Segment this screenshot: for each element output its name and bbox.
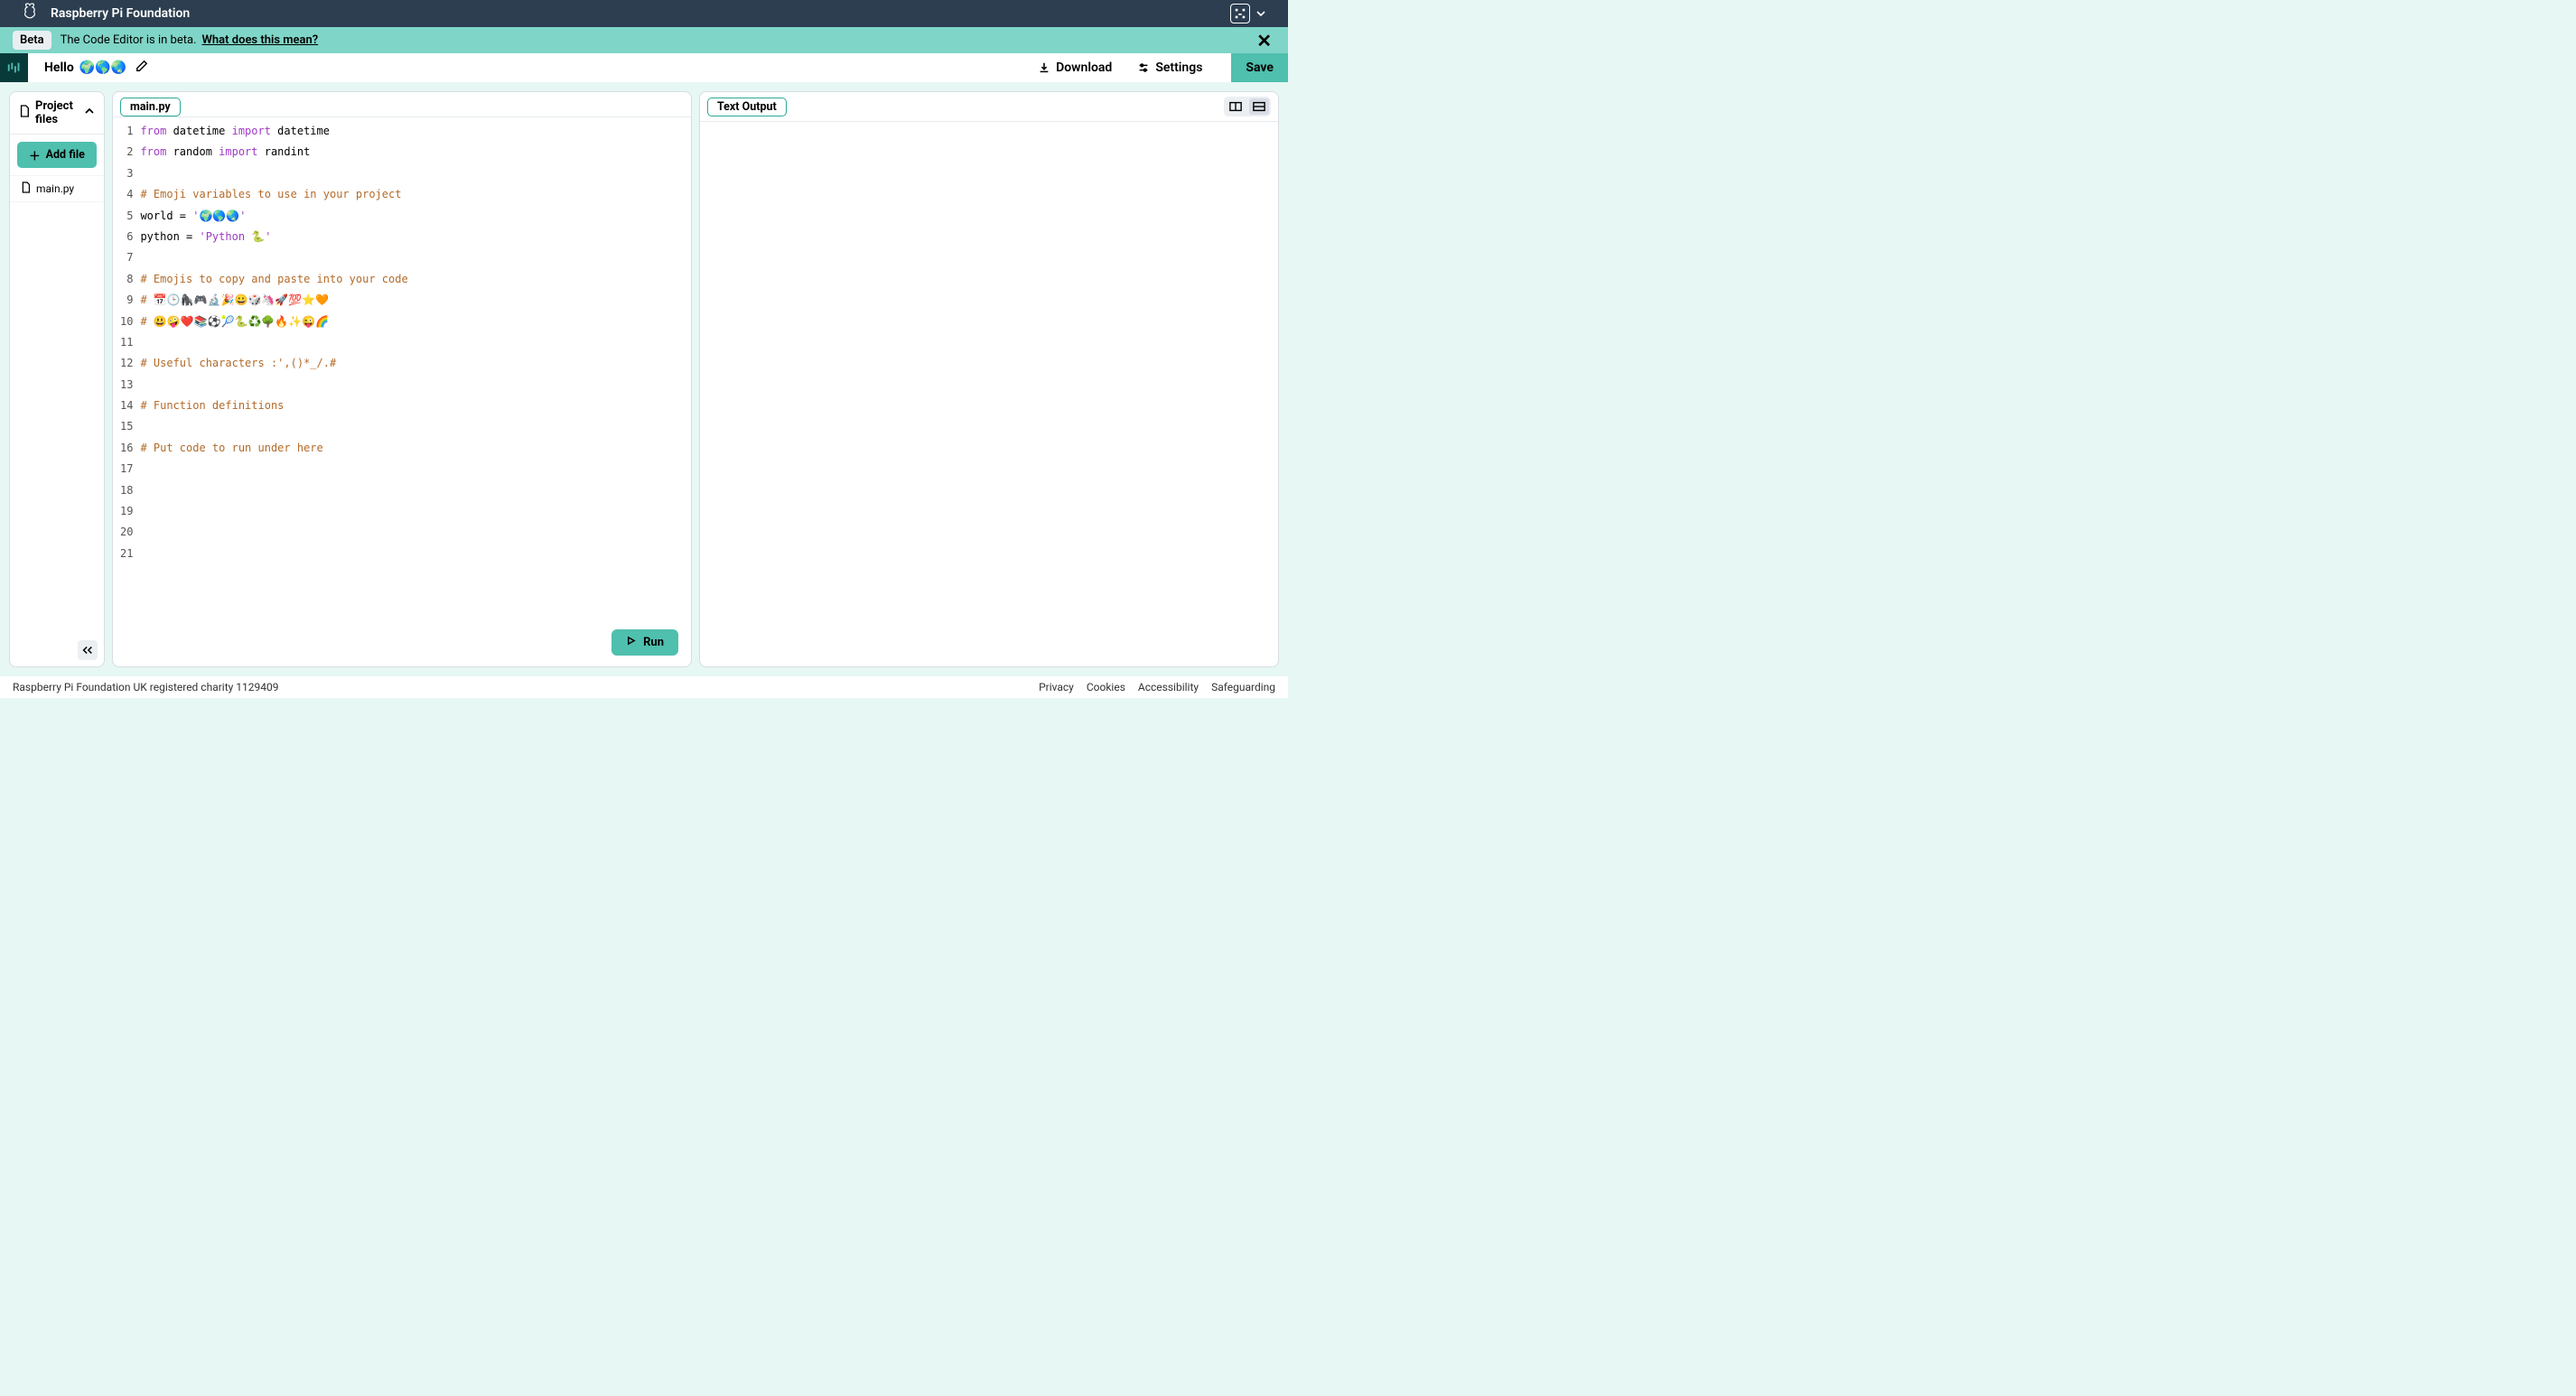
edit-title-icon[interactable] bbox=[135, 60, 148, 76]
file-sidebar: Project files ＋ Add file main.py bbox=[9, 91, 105, 667]
file-icon bbox=[21, 181, 31, 196]
beta-text: The Code Editor is in beta. bbox=[61, 33, 197, 47]
workspace: Project files ＋ Add file main.py main.py… bbox=[0, 82, 1288, 676]
output-panel: Text Output bbox=[699, 91, 1279, 667]
plus-icon: ＋ bbox=[29, 146, 41, 163]
top-navbar: Raspberry Pi Foundation bbox=[0, 0, 1288, 27]
collapse-sidebar-chevron-up-icon[interactable] bbox=[84, 106, 95, 120]
project-title-emoji: 🌍🌎🌏 bbox=[79, 60, 126, 75]
account-button[interactable] bbox=[1230, 4, 1250, 23]
footer-link-accessibility[interactable]: Accessibility bbox=[1138, 681, 1199, 693]
add-file-button[interactable]: ＋ Add file bbox=[17, 142, 97, 168]
add-file-label: Add file bbox=[46, 148, 85, 162]
layout-side-by-side-icon[interactable] bbox=[1226, 98, 1246, 115]
run-label: Run bbox=[643, 636, 664, 649]
footer: Raspberry Pi Foundation UK registered ch… bbox=[0, 676, 1288, 698]
save-label: Save bbox=[1246, 60, 1274, 75]
footer-link-privacy[interactable]: Privacy bbox=[1039, 681, 1074, 693]
output-tab-text[interactable]: Text Output bbox=[707, 98, 787, 116]
file-icon bbox=[19, 105, 30, 121]
settings-label: Settings bbox=[1155, 60, 1202, 75]
code-content[interactable]: from datetime import datetimefrom random… bbox=[140, 121, 691, 666]
footer-link-cookies[interactable]: Cookies bbox=[1087, 681, 1125, 693]
code-editor-panel: main.py 12345678910111213141516171819202… bbox=[112, 91, 692, 667]
app-title: Raspberry Pi Foundation bbox=[51, 6, 190, 21]
project-title: Hello 🌍🌎🌏 bbox=[44, 60, 126, 75]
layout-stacked-icon[interactable] bbox=[1249, 98, 1269, 115]
project-title-text: Hello bbox=[44, 60, 74, 75]
raspberry-pi-logo-icon bbox=[22, 2, 38, 25]
download-button[interactable]: Download bbox=[1025, 60, 1125, 75]
beta-notice-bar: Beta The Code Editor is in beta. What do… bbox=[0, 27, 1288, 53]
code-club-logo-icon bbox=[0, 53, 28, 82]
close-icon[interactable]: ✕ bbox=[1253, 30, 1275, 51]
file-item-label: main.py bbox=[36, 182, 74, 195]
file-item-main-py[interactable]: main.py bbox=[10, 175, 104, 202]
footer-charity-text: Raspberry Pi Foundation UK registered ch… bbox=[13, 681, 279, 693]
settings-button[interactable]: Settings bbox=[1125, 60, 1215, 75]
account-chevron-down-icon[interactable] bbox=[1255, 5, 1266, 23]
save-button[interactable]: Save bbox=[1231, 53, 1288, 82]
run-button[interactable]: Run bbox=[611, 629, 678, 656]
project-toolbar: Hello 🌍🌎🌏 Download Settings Save bbox=[0, 53, 1288, 82]
code-editor[interactable]: 123456789101112131415161718192021 from d… bbox=[113, 117, 691, 666]
collapse-panel-button[interactable] bbox=[78, 640, 98, 660]
beta-help-link[interactable]: What does this mean? bbox=[202, 33, 319, 47]
sidebar-header-label: Project files bbox=[35, 99, 79, 126]
line-number-gutter: 123456789101112131415161718192021 bbox=[113, 121, 140, 666]
footer-link-safeguarding[interactable]: Safeguarding bbox=[1211, 681, 1275, 693]
download-label: Download bbox=[1056, 60, 1112, 75]
play-icon bbox=[626, 636, 636, 649]
editor-tab-main-py[interactable]: main.py bbox=[120, 98, 181, 116]
beta-badge: Beta bbox=[13, 31, 51, 50]
